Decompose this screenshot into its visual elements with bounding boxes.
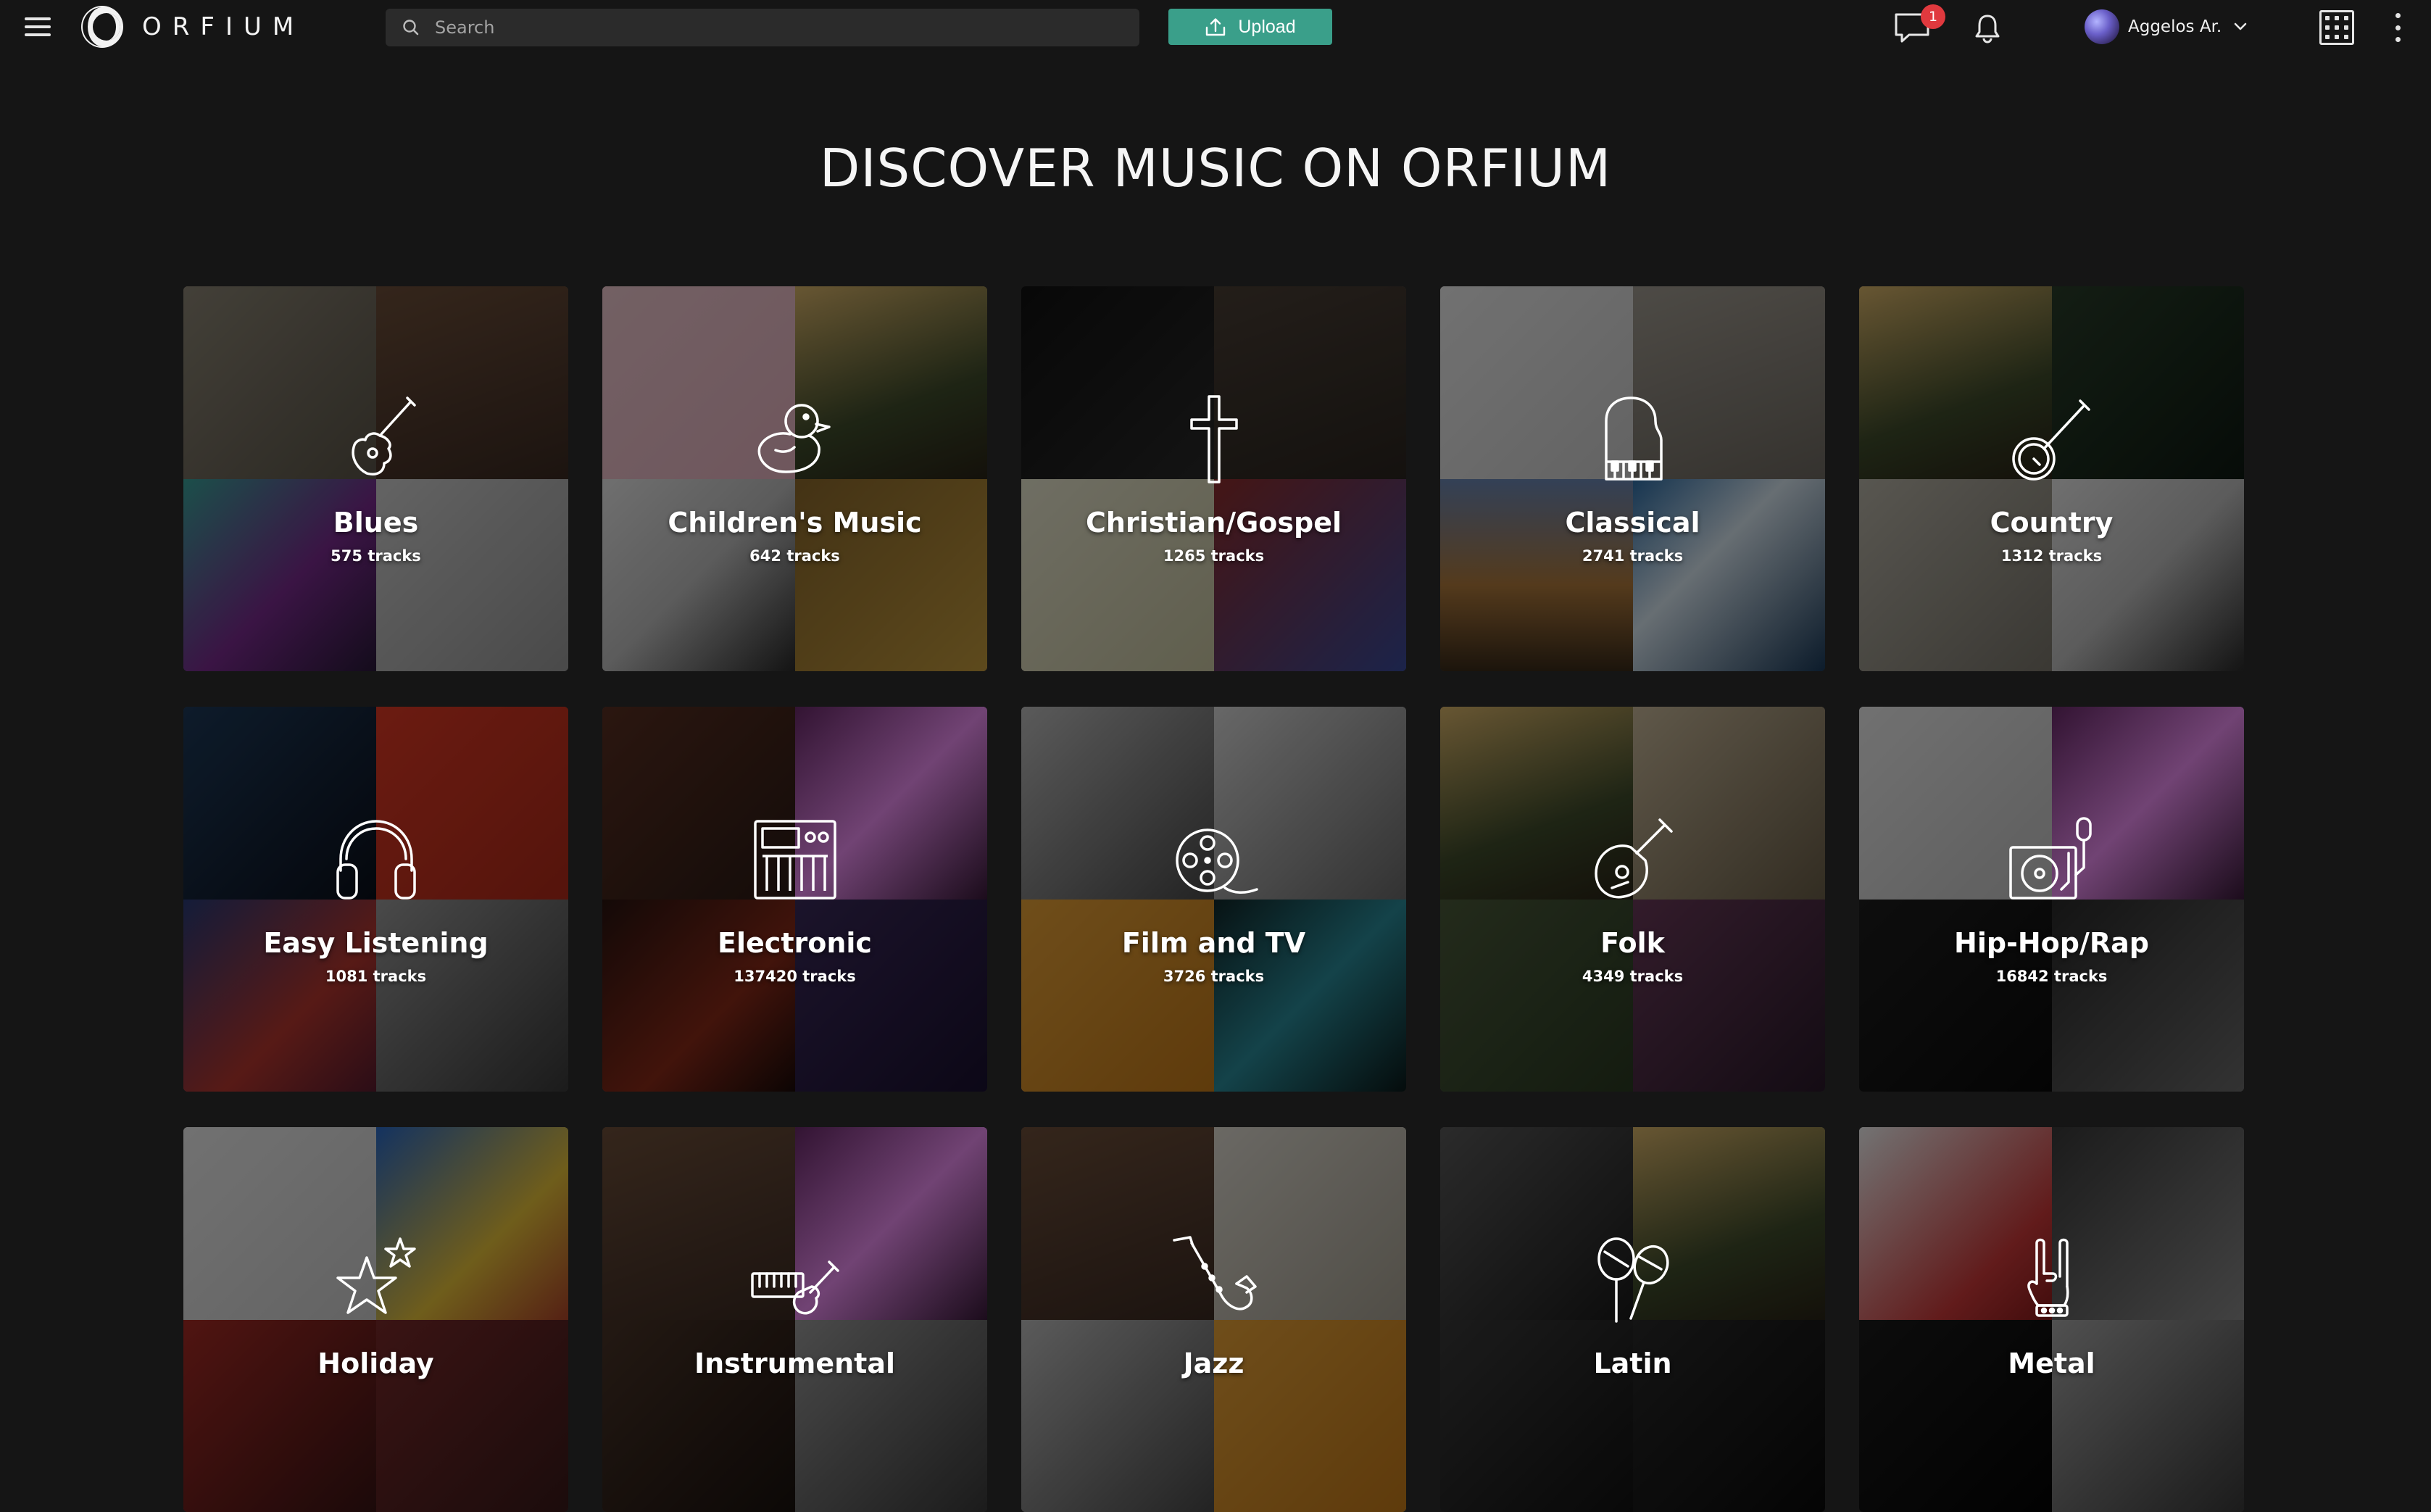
upload-icon — [1206, 18, 1226, 36]
track-count: 3726 tracks — [1163, 968, 1265, 985]
track-count: 137420 tracks — [734, 968, 856, 985]
upload-label: Upload — [1238, 16, 1296, 37]
genre-name: Classical — [1565, 507, 1700, 539]
page-title: DISCOVER MUSIC ON ORFIUM — [819, 138, 1612, 199]
search-icon — [403, 20, 419, 36]
genre-card-folk[interactable]: Folk 4349 tracks — [1440, 707, 1825, 1092]
turntable-microphone-icon — [2005, 813, 2099, 907]
genre-name: Hip-Hop/Rap — [1954, 927, 2149, 959]
genre-name: Folk — [1600, 927, 1665, 959]
genre-card-blues[interactable]: Blues 575 tracks — [183, 286, 568, 671]
genre-card-easy-listening[interactable]: Easy Listening 1081 tracks — [183, 707, 568, 1092]
orfium-logo[interactable]: ORFIUM — [80, 4, 304, 49]
film-reel-icon — [1167, 813, 1261, 907]
piano-icon — [1586, 392, 1680, 486]
upload-button[interactable]: Upload — [1168, 9, 1332, 45]
track-count: 1265 tracks — [1163, 547, 1265, 565]
track-count: 1312 tracks — [2000, 547, 2103, 565]
rubber-duck-icon — [748, 392, 842, 486]
saxophone-icon — [1167, 1233, 1261, 1327]
track-count: 1081 tracks — [325, 968, 427, 985]
track-count: 575 tracks — [331, 547, 421, 565]
genre-name: Holiday — [317, 1347, 434, 1379]
search-bar[interactable] — [386, 9, 1139, 46]
menu-icon[interactable] — [25, 14, 51, 39]
genre-name: Country — [1990, 507, 2114, 539]
orfium-logo-mark-icon — [81, 6, 123, 48]
genre-card-jazz[interactable]: Jazz — [1021, 1127, 1406, 1512]
genre-card-country[interactable]: Country 1312 tracks — [1859, 286, 2244, 671]
track-count: 4349 tracks — [1582, 968, 1684, 985]
genre-card-film-and-tv[interactable]: Film and TV 3726 tracks — [1021, 707, 1406, 1092]
stars-icon — [329, 1233, 423, 1327]
banjo-icon — [2005, 392, 2099, 486]
genre-grid: Blues 575 tracks Children's Music 642 tr… — [183, 286, 2244, 1512]
synthesizer-icon — [748, 813, 842, 907]
genre-card-childrens-music[interactable]: Children's Music 642 tracks — [602, 286, 987, 671]
logo-text: ORFIUM — [142, 12, 305, 41]
user-name: Aggelos Ar. — [2128, 17, 2222, 36]
track-count: 16842 tracks — [1995, 968, 2108, 985]
genre-name: Electronic — [718, 927, 872, 959]
track-count: 642 tracks — [749, 547, 840, 565]
top-bar: ORFIUM Upload 1 Aggelos Ar. — [0, 0, 2431, 54]
messages-badge: 1 — [1921, 4, 1945, 29]
track-count: 2741 tracks — [1582, 547, 1684, 565]
genre-card-instrumental[interactable]: Instrumental — [602, 1127, 987, 1512]
headphones-icon — [329, 813, 423, 907]
genre-name: Blues — [333, 507, 419, 539]
genre-name: Christian/Gospel — [1085, 507, 1342, 539]
chevron-down-icon — [2234, 22, 2247, 30]
cross-icon — [1167, 392, 1261, 486]
genre-name: Instrumental — [694, 1347, 896, 1379]
genre-name: Film and TV — [1121, 927, 1306, 959]
rock-hand-icon — [2005, 1233, 2099, 1327]
genre-name: Easy Listening — [263, 927, 489, 959]
more-options-icon[interactable] — [2392, 13, 2403, 42]
genre-card-electronic[interactable]: Electronic 137420 tracks — [602, 707, 987, 1092]
genre-card-latin[interactable]: Latin — [1440, 1127, 1825, 1512]
genre-card-hip-hop-rap[interactable]: Hip-Hop/Rap 16842 tracks — [1859, 707, 2244, 1092]
genre-name: Latin — [1593, 1347, 1672, 1379]
avatar — [2085, 9, 2119, 44]
genre-card-christian-gospel[interactable]: Christian/Gospel 1265 tracks — [1021, 286, 1406, 671]
lute-icon — [1586, 813, 1680, 907]
genre-name: Children's Music — [668, 507, 922, 539]
user-menu[interactable]: Aggelos Ar. — [2085, 9, 2248, 45]
genre-card-classical[interactable]: Classical 2741 tracks — [1440, 286, 1825, 671]
notifications-bell-icon[interactable] — [1973, 13, 2002, 43]
keyboard-violin-icon — [748, 1233, 842, 1327]
maracas-icon — [1586, 1233, 1680, 1327]
guitar-icon — [329, 392, 423, 486]
genre-card-metal[interactable]: Metal — [1859, 1127, 2244, 1512]
search-input[interactable] — [420, 9, 1139, 46]
genre-name: Metal — [2008, 1347, 2095, 1379]
genre-card-holiday[interactable]: Holiday — [183, 1127, 568, 1512]
genre-name: Jazz — [1183, 1347, 1244, 1379]
apps-grid-icon[interactable] — [2319, 10, 2354, 45]
